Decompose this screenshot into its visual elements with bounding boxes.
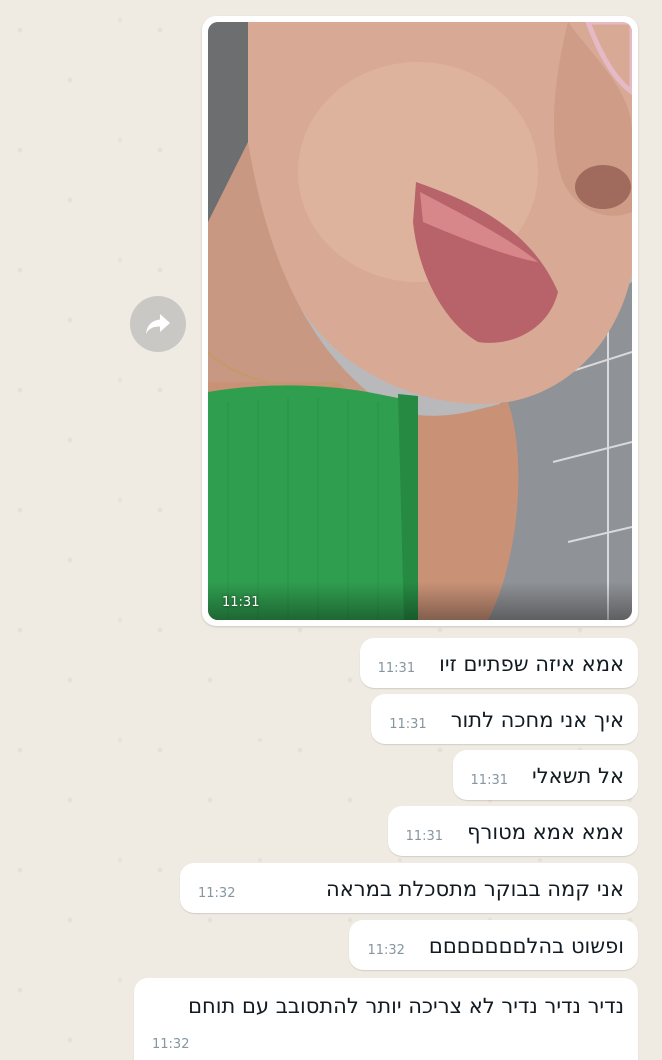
image-message[interactable]: 11:31 bbox=[202, 16, 638, 626]
forward-button[interactable] bbox=[130, 296, 186, 352]
message-text: ופשוט בהלםםםםםםם bbox=[428, 934, 624, 958]
message-text: אל תשאלי bbox=[532, 764, 624, 788]
message-bubble[interactable]: אני קמה בבוקר מתסכלת במראה 11:32 bbox=[180, 863, 638, 913]
message-time: 11:32 bbox=[152, 1037, 190, 1052]
message-text: נדיר נדיר נדיר לא צריכה יותר להתסובב עם … bbox=[188, 994, 624, 1018]
message-text: אני קמה בבוקר מתסכלת במראה bbox=[325, 877, 624, 901]
message-bubble[interactable]: ופשוט בהלםםםםםםם 11:32 bbox=[349, 920, 638, 970]
message-bubble[interactable]: נדיר נדיר נדיר לא צריכה יותר להתסובב עם … bbox=[134, 978, 638, 1060]
message-bubble[interactable]: אמא איזה שפתיים זיו 11:31 bbox=[359, 638, 638, 688]
photo-image bbox=[208, 22, 632, 620]
message-bubble[interactable]: איך אני מחכה לתור 11:31 bbox=[371, 694, 638, 744]
message-bubble[interactable]: אמא אמא מטורף 11:31 bbox=[387, 806, 638, 856]
message-bubble[interactable]: אל תשאלי 11:31 bbox=[452, 750, 638, 800]
message-time: 11:32 bbox=[198, 886, 236, 901]
media-timestamp: 11:31 bbox=[222, 595, 260, 610]
message-time: 11:32 bbox=[367, 943, 405, 958]
message-text: אמא אמא מטורף bbox=[467, 820, 624, 844]
message-time: 11:31 bbox=[470, 773, 508, 788]
message-time: 11:31 bbox=[405, 829, 444, 844]
message-text: איך אני מחכה לתור bbox=[450, 708, 624, 732]
message-text: אמא איזה שפתיים זיו bbox=[439, 652, 624, 676]
message-time: 11:31 bbox=[389, 717, 427, 732]
forward-icon bbox=[146, 314, 170, 334]
message-time: 11:31 bbox=[377, 661, 416, 676]
photo[interactable]: 11:31 bbox=[208, 22, 632, 620]
